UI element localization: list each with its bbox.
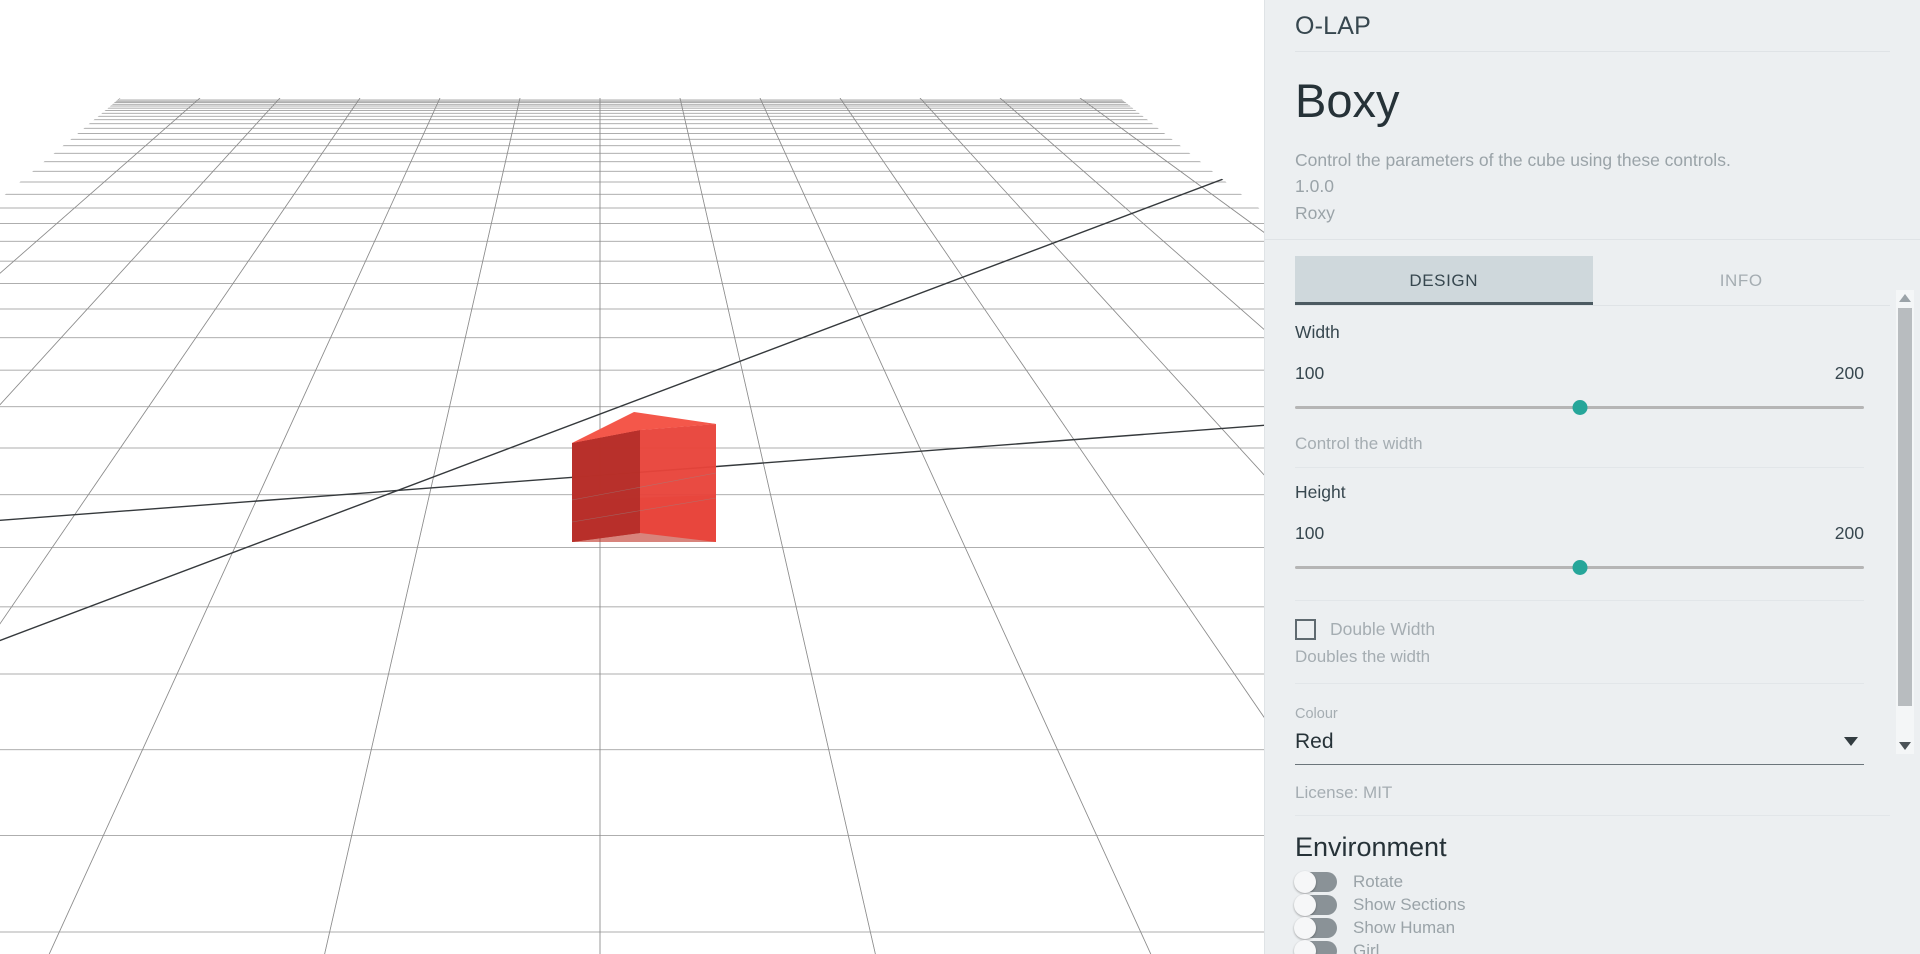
control-panel: O-LAP Boxy Control the parameters of the… (1264, 0, 1920, 954)
brand-divider (1295, 51, 1890, 52)
width-label: Width (1295, 321, 1340, 342)
toggle-knob (1294, 870, 1316, 893)
field-double-width: Double Width Doubles the width (1295, 618, 1864, 684)
design-scroll-area[interactable]: Width 100 200 Control the width Height 1… (1295, 306, 1890, 775)
tab-bar: DESIGN INFO (1295, 255, 1891, 305)
toggle-row-show-human[interactable]: Show Human (1294, 916, 1890, 939)
toggle-label-rotate: Rotate (1353, 871, 1404, 891)
toggle-show-human[interactable] (1294, 916, 1337, 939)
width-max-value: 200 (1834, 362, 1864, 383)
environment-title: Environment (1295, 831, 1447, 862)
tab-active-underline (1295, 301, 1593, 305)
environment-toggles: Rotate Show Sections Show Human Girl (1294, 870, 1890, 954)
height-range-row: 100 200 (1295, 523, 1864, 544)
page-title: Boxy (1295, 74, 1400, 127)
height-label: Height (1295, 481, 1346, 502)
app-brand: O-LAP (1295, 12, 1372, 40)
brand-row: O-LAP (1265, 0, 1920, 55)
toggle-label-girl: Girl (1353, 940, 1380, 954)
app-root: O-LAP Boxy Control the parameters of the… (0, 0, 1920, 954)
field-width: Width 100 200 Control the width (1295, 322, 1864, 468)
double-width-checkbox[interactable] (1295, 618, 1316, 640)
height-max-value: 200 (1834, 522, 1864, 543)
width-helper-text: Control the width (1295, 433, 1423, 453)
viewport-canvas[interactable] (0, 0, 1264, 954)
license-text: License: MIT (1295, 782, 1393, 802)
scroll-down-arrow-icon[interactable] (1899, 742, 1911, 750)
colour-selected-value: Red (1295, 729, 1334, 753)
page-subtitle: Control the parameters of the cube using… (1295, 149, 1731, 170)
double-width-helper-text: Doubles the width (1295, 646, 1431, 666)
toggle-girl[interactable] (1294, 939, 1337, 954)
width-slider[interactable] (1295, 394, 1864, 422)
toggle-knob (1294, 916, 1316, 939)
license-divider (1295, 814, 1890, 816)
width-min-value: 100 (1295, 362, 1325, 383)
header-divider (1265, 238, 1920, 240)
toggle-rotate[interactable] (1294, 870, 1337, 893)
version-text: 1.0.0 (1295, 176, 1334, 197)
height-slider-thumb[interactable] (1572, 559, 1587, 575)
scroll-up-arrow-icon[interactable] (1899, 294, 1911, 302)
scrollbar-thumb[interactable] (1898, 308, 1912, 706)
colour-select[interactable]: Red (1295, 722, 1864, 765)
double-width-row[interactable]: Double Width (1295, 618, 1864, 640)
toggle-row-girl[interactable]: Girl (1294, 939, 1890, 954)
tab-info[interactable]: INFO (1593, 256, 1891, 305)
title-block: Boxy Control the parameters of the cube … (1265, 55, 1920, 226)
width-slider-thumb[interactable] (1572, 399, 1587, 415)
double-width-label: Double Width (1330, 618, 1436, 639)
width-divider (1295, 466, 1864, 468)
toggle-knob (1294, 893, 1316, 916)
field-height: Height 100 200 (1295, 482, 1864, 601)
toggle-row-show-sections[interactable]: Show Sections (1294, 893, 1890, 916)
panel-scrollbar[interactable] (1896, 290, 1914, 754)
three-d-viewport[interactable] (0, 0, 1264, 954)
width-range-row: 100 200 (1295, 363, 1864, 384)
tab-design[interactable]: DESIGN (1295, 255, 1593, 305)
height-divider (1295, 599, 1864, 601)
toggle-knob (1294, 939, 1316, 954)
field-colour: Colour Red (1295, 706, 1864, 765)
toggle-row-rotate[interactable]: Rotate (1294, 870, 1890, 893)
author-text: Roxy (1295, 202, 1335, 223)
height-min-value: 100 (1295, 522, 1325, 543)
toggle-label-show-sections: Show Sections (1353, 894, 1466, 914)
chevron-down-icon (1844, 737, 1858, 747)
toggle-show-sections[interactable] (1294, 893, 1337, 916)
colour-caption: Colour (1295, 705, 1338, 722)
toggle-label-show-human: Show Human (1353, 917, 1456, 937)
height-slider[interactable] (1295, 554, 1864, 582)
double-width-divider (1295, 682, 1864, 684)
